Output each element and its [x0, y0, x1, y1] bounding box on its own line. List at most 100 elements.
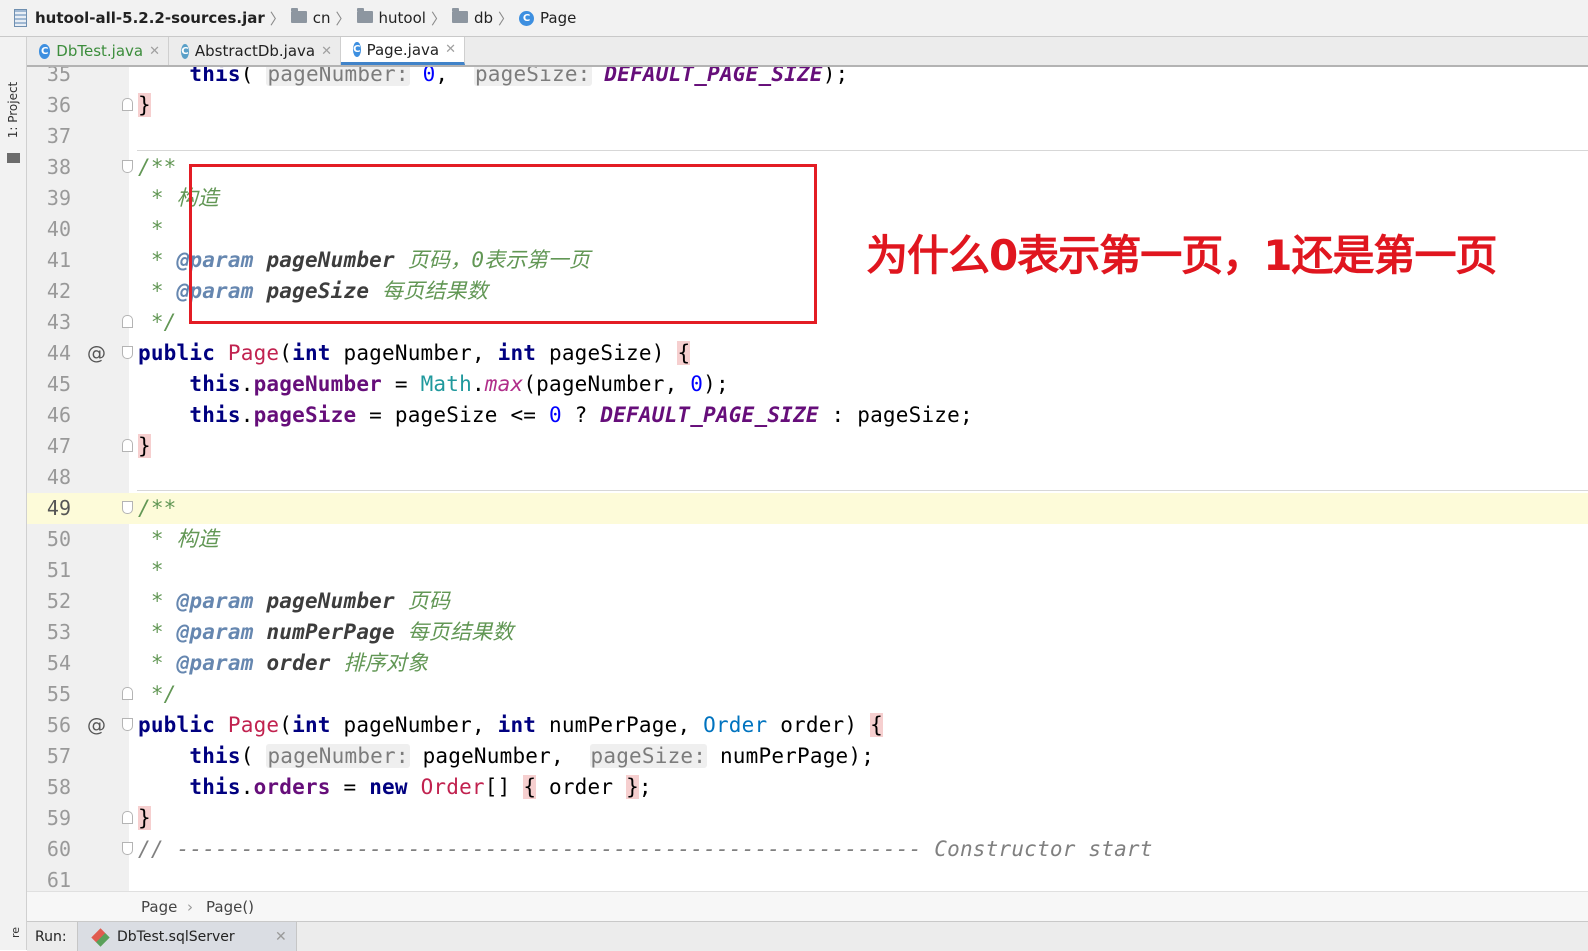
- code-text: }: [138, 431, 151, 462]
- code-token: // -------------------------------------…: [138, 837, 1153, 861]
- close-icon[interactable]: ✕: [149, 44, 160, 59]
- code-line: 36 }: [27, 90, 1588, 121]
- fold-start-icon[interactable]: [122, 842, 133, 855]
- code-text: public Page(int pageNumber, int numPerPa…: [138, 713, 883, 737]
- fold-start-icon[interactable]: [122, 160, 133, 173]
- code-token: *: [150, 248, 164, 272]
- fold-end-icon[interactable]: [122, 439, 133, 452]
- code-text: */: [138, 679, 177, 710]
- code-token: @param: [176, 589, 254, 613]
- chevron-right-icon: 〉: [430, 9, 446, 28]
- editor-tab-bar: C DbTest.java ✕ C AbstractDb.java ✕ C Pa…: [27, 37, 1588, 67]
- nav-crumb-label: hutool: [378, 9, 426, 27]
- code-line: 50 * 构造: [27, 524, 1588, 555]
- code-text: * @param order 排序对象: [138, 648, 428, 679]
- breadcrumb-item-class[interactable]: Page: [141, 898, 177, 916]
- line-number: 59: [46, 806, 71, 830]
- code-token: 构造: [176, 527, 219, 551]
- side-tool-label[interactable]: re: [9, 927, 22, 938]
- chevron-right-icon: 〉: [269, 9, 285, 28]
- code-token: {: [870, 713, 883, 737]
- line-number: 54: [46, 651, 71, 675]
- nav-crumb-jar[interactable]: hutool-all-5.2.2-sources.jar: [35, 0, 265, 36]
- code-token: max: [484, 372, 524, 396]
- code-token: Order: [703, 713, 768, 737]
- annotation-text: 为什么0表示第一页，1还是第一页: [866, 231, 1497, 280]
- tab-page[interactable]: C Page.java ✕: [341, 37, 465, 65]
- line-number: 60: [46, 837, 71, 861]
- line-number: 49: [46, 496, 71, 520]
- folder-icon: [290, 8, 307, 23]
- line-number: 40: [46, 217, 71, 241]
- code-token: 0: [549, 403, 562, 427]
- code-token: DEFAULT_PAGE_SIZE: [600, 403, 819, 427]
- class-icon: C: [519, 10, 535, 26]
- code-token: {: [677, 341, 691, 365]
- nav-crumb-page[interactable]: C Page: [519, 0, 576, 36]
- nav-crumb-label: cn: [312, 9, 331, 27]
- folder-icon: [356, 8, 373, 23]
- code-token: DEFAULT_PAGE_SIZE: [604, 67, 823, 86]
- override-icon[interactable]: @: [87, 710, 106, 741]
- code-token: Math: [420, 372, 472, 396]
- line-number: 41: [46, 248, 71, 272]
- code-token: }: [138, 806, 151, 830]
- nav-crumb-hutool[interactable]: hutool: [356, 0, 426, 36]
- code-line: 44 @ public Page(int pageNumber, int pag…: [27, 338, 1588, 369]
- line-number: 38: [46, 155, 71, 179]
- fold-start-icon[interactable]: [122, 346, 133, 359]
- close-icon[interactable]: ✕: [275, 929, 287, 945]
- nav-crumb-label: Page: [540, 9, 577, 27]
- breadcrumb-item-method[interactable]: Page(): [206, 898, 254, 916]
- fold-end-icon[interactable]: [122, 811, 133, 824]
- code-text: *: [138, 555, 164, 586]
- code-token: Page: [227, 341, 280, 365]
- code-line: 58 this.orders = new Order[] { order };: [27, 772, 1588, 803]
- fold-start-icon[interactable]: [122, 501, 133, 514]
- fold-end-icon[interactable]: [122, 315, 133, 328]
- code-token: /**: [138, 155, 177, 179]
- close-icon[interactable]: ✕: [445, 42, 456, 57]
- nav-crumb-cn[interactable]: cn: [290, 0, 331, 36]
- nav-crumb-db[interactable]: db: [451, 0, 494, 36]
- code-token: pageNumber:: [266, 744, 410, 768]
- code-token: int: [292, 713, 331, 737]
- run-tool-bar: Run: DbTest.sqlServer ✕: [27, 921, 1588, 951]
- line-number: 45: [46, 372, 71, 396]
- close-icon[interactable]: ✕: [321, 44, 332, 59]
- run-config-tab[interactable]: DbTest.sqlServer ✕: [77, 922, 297, 951]
- line-number: 50: [46, 527, 71, 551]
- code-line: 59 }: [27, 803, 1588, 834]
- code-token: pageNumber: [253, 372, 383, 396]
- override-icon[interactable]: @: [87, 338, 106, 369]
- code-token: *: [150, 651, 164, 675]
- code-token: *: [150, 558, 164, 582]
- project-tool-tab[interactable]: 1: Project: [3, 81, 23, 145]
- tab-abstractdb[interactable]: C AbstractDb.java ✕: [169, 37, 341, 65]
- code-line-current: 49 /**: [27, 493, 1588, 524]
- code-token: order: [780, 713, 845, 737]
- fold-end-icon[interactable]: [122, 98, 133, 111]
- code-line: 48: [27, 462, 1588, 493]
- code-token: pageSize: [394, 403, 498, 427]
- code-token: numPerPage: [266, 620, 395, 644]
- line-number: 37: [46, 124, 71, 148]
- code-token: pageSize:: [589, 744, 708, 768]
- folder-icon[interactable]: [7, 153, 20, 163]
- code-token: *: [150, 620, 164, 644]
- tab-dbtest[interactable]: C DbTest.java ✕: [27, 37, 169, 65]
- code-line: 45 this.pageNumber = Math.max(pageNumber…: [27, 369, 1588, 400]
- code-text: * @param pageNumber 页码: [138, 586, 450, 617]
- code-text: }: [138, 803, 151, 834]
- code-text: /**: [138, 152, 177, 183]
- line-number: 46: [46, 403, 71, 427]
- code-token: *: [150, 279, 164, 303]
- code-line: 53 * @param numPerPage 每页结果数: [27, 617, 1588, 648]
- nav-crumb-label: db: [473, 9, 494, 27]
- fold-end-icon[interactable]: [122, 687, 133, 700]
- code-line: 54 * @param order 排序对象: [27, 648, 1588, 679]
- line-number: 42: [46, 279, 71, 303]
- class-icon: C: [181, 43, 189, 59]
- fold-start-icon[interactable]: [122, 718, 133, 731]
- code-token: */: [150, 310, 177, 334]
